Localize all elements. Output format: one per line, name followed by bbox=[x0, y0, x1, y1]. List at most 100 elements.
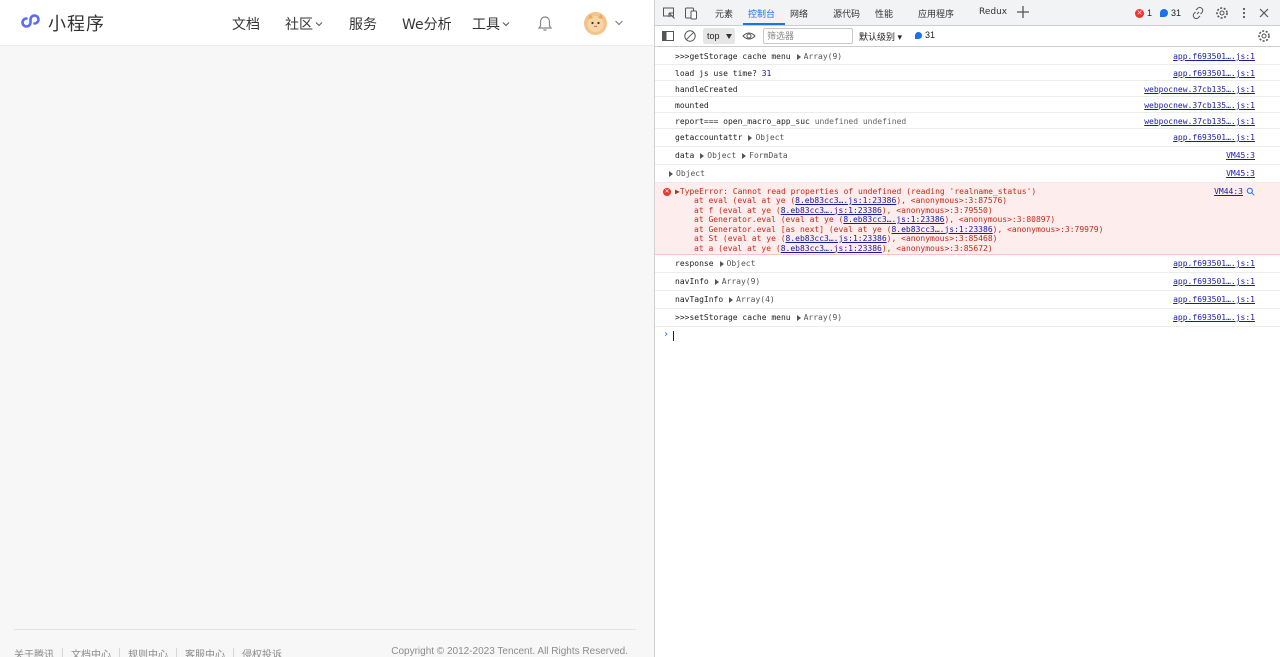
add-tab-icon[interactable] bbox=[1015, 4, 1031, 20]
tab-application[interactable]: 应用程序 bbox=[918, 7, 954, 20]
expandable-value[interactable]: Array(9) bbox=[804, 52, 843, 61]
tab-sources[interactable]: 源代码 bbox=[833, 7, 860, 20]
log-level-select[interactable]: 默认级别 ▾ bbox=[859, 30, 902, 43]
nav-docs[interactable]: 文档 bbox=[232, 14, 260, 34]
tab-redux[interactable]: Redux bbox=[979, 7, 1007, 17]
gear-icon[interactable] bbox=[1215, 6, 1229, 20]
console-message: >>>getStorage cache menu Array(9) app.f69… bbox=[655, 48, 1280, 65]
sidebar-toggle-icon[interactable] bbox=[661, 29, 675, 43]
chevron-down-icon[interactable] bbox=[614, 18, 624, 28]
error-message-text[interactable]: ▶TypeError: Cannot read properties of un… bbox=[675, 187, 1036, 196]
stack-frame: at f (eval at ye (8.eb83cc3….js:1:23386)… bbox=[694, 205, 993, 215]
footer-link-docs[interactable]: 文档中心 bbox=[71, 646, 111, 657]
stack-link[interactable]: 8.eb83cc3….js:1:23386 bbox=[843, 215, 944, 224]
source-link[interactable]: app.f693501….js:1 bbox=[1173, 313, 1255, 322]
nav-analytics[interactable]: We分析 bbox=[402, 14, 452, 34]
stack-link[interactable]: 8.eb83cc3….js:1:23386 bbox=[781, 244, 882, 253]
stack-frame: at Generator.eval (eval at ye (8.eb83cc3… bbox=[694, 215, 1056, 224]
eye-icon[interactable] bbox=[742, 29, 756, 43]
source-link[interactable]: app.f693501….js:1 bbox=[1173, 52, 1255, 61]
nav-tools[interactable]: 工具 bbox=[472, 14, 510, 34]
context-select-value: top bbox=[707, 31, 720, 41]
text-caret bbox=[673, 331, 674, 341]
filter-input[interactable]: 筛选器 bbox=[763, 28, 853, 44]
message-icon bbox=[915, 31, 922, 39]
nav-services[interactable]: 服务 bbox=[349, 14, 377, 34]
footer-link-support[interactable]: 客服中心 bbox=[185, 646, 225, 657]
source-link[interactable]: webpocnew.37cb135….js:1 bbox=[1144, 101, 1255, 110]
source-link[interactable]: VM44:3 bbox=[1214, 187, 1243, 196]
close-icon[interactable] bbox=[1257, 6, 1271, 20]
stack-link[interactable]: 8.eb83cc3….js:1:23386 bbox=[781, 206, 882, 215]
expandable-value[interactable]: Object bbox=[727, 259, 756, 268]
stack-frame: at a (eval at ye (8.eb83cc3….js:1:23386)… bbox=[694, 243, 993, 253]
console-message: report=== open_macro_app_suc undefined u… bbox=[655, 113, 1280, 129]
footer-link-rules[interactable]: 规则中心 bbox=[128, 646, 168, 657]
expandable-value[interactable]: Object bbox=[755, 133, 784, 142]
expandable-value[interactable]: Array(9) bbox=[804, 313, 843, 322]
toolbar-message-count[interactable]: 31 bbox=[915, 30, 935, 40]
source-link[interactable]: app.f693501….js:1 bbox=[1173, 69, 1255, 78]
error-icon: ✕ bbox=[663, 188, 671, 196]
console-message-text: getaccountattr Object bbox=[675, 133, 785, 142]
stack-link[interactable]: 8.eb83cc3….js:1:23386 bbox=[795, 196, 896, 205]
device-toolbar-icon[interactable] bbox=[684, 6, 698, 20]
filter-placeholder: 筛选器 bbox=[767, 31, 795, 41]
source-link[interactable]: app.f693501….js:1 bbox=[1173, 295, 1255, 304]
source-link[interactable]: app.f693501….js:1 bbox=[1173, 133, 1255, 142]
expandable-value[interactable]: Object bbox=[707, 151, 736, 160]
expandable-value[interactable]: Array(4) bbox=[736, 295, 775, 304]
source-link[interactable]: app.f693501….js:1 bbox=[1173, 259, 1255, 268]
source-link[interactable]: app.f693501….js:1 bbox=[1173, 277, 1255, 286]
caret-down-icon bbox=[726, 34, 732, 39]
link-icon[interactable] bbox=[1191, 6, 1205, 20]
source-link[interactable]: VM45:3 bbox=[1226, 151, 1255, 160]
search-icon[interactable] bbox=[1246, 187, 1255, 196]
expandable-value[interactable]: Array(9) bbox=[722, 277, 761, 286]
error-count-badge[interactable]: ✕ 1 bbox=[1135, 8, 1152, 18]
console-message: getaccountattr Object app.f693501….js:1 bbox=[655, 129, 1280, 147]
nav-docs-label: 文档 bbox=[232, 17, 260, 33]
nav-community-label: 社区 bbox=[285, 17, 313, 33]
source-link[interactable]: webpocnew.37cb135….js:1 bbox=[1144, 117, 1255, 126]
bell-icon[interactable] bbox=[537, 15, 553, 32]
source-link[interactable]: webpocnew.37cb135….js:1 bbox=[1144, 85, 1255, 94]
page-footer: 关于腾讯 文档中心 规则中心 客服中心 侵权投诉 Copyright © 201… bbox=[14, 629, 636, 657]
footer-links: 关于腾讯 文档中心 规则中心 客服中心 侵权投诉 bbox=[14, 646, 282, 657]
console-message-text: >>>getStorage cache menu Array(9) bbox=[675, 52, 843, 61]
tab-console[interactable]: 控制台 bbox=[748, 7, 775, 20]
avatar[interactable] bbox=[584, 12, 607, 35]
footer-link-infringement[interactable]: 侵权投诉 bbox=[242, 646, 282, 657]
tab-performance[interactable]: 性能 bbox=[875, 7, 893, 20]
stack-link[interactable]: 8.eb83cc3….js:1:23386 bbox=[891, 225, 992, 234]
context-select[interactable]: top bbox=[703, 28, 735, 44]
console-message-text: Object bbox=[669, 169, 705, 178]
logo-text: 小程序 bbox=[48, 14, 105, 35]
divider bbox=[62, 648, 63, 657]
console-message-text: navInfo Array(9) bbox=[675, 277, 761, 286]
devtools-panel: 元素 控制台 网络 源代码 性能 应用程序 Redux ✕ 1 31 top 筛… bbox=[654, 0, 1280, 657]
console-message: navInfo Array(9) app.f693501….js:1 bbox=[655, 273, 1280, 291]
stack-frame: at Generator.eval [as next] (eval at ye … bbox=[694, 224, 1104, 234]
stack-link[interactable]: 8.eb83cc3….js:1:23386 bbox=[786, 234, 887, 243]
expandable-value[interactable]: FormData bbox=[749, 151, 788, 160]
console-message-text: data Object FormData bbox=[675, 151, 788, 160]
expandable-value[interactable]: Object bbox=[676, 169, 705, 178]
message-count-badge[interactable]: 31 bbox=[1160, 8, 1181, 18]
stack-frame: at St (eval at ye (8.eb83cc3….js:1:23386… bbox=[694, 234, 998, 243]
console-prompt[interactable]: › bbox=[655, 327, 1280, 347]
tab-network[interactable]: 网络 bbox=[790, 7, 808, 20]
more-options-icon[interactable] bbox=[1237, 6, 1251, 20]
inspect-element-icon[interactable] bbox=[662, 6, 676, 20]
tab-elements[interactable]: 元素 bbox=[715, 7, 733, 20]
console-message-text: mounted bbox=[675, 101, 709, 110]
error-icon: ✕ bbox=[1135, 8, 1144, 18]
clear-console-icon[interactable] bbox=[683, 29, 697, 43]
footer-link-about[interactable]: 关于腾讯 bbox=[14, 646, 54, 657]
source-link[interactable]: VM45:3 bbox=[1226, 169, 1255, 178]
console-message-text: load js use time? 31 bbox=[675, 69, 772, 78]
console-message: response Object app.f693501….js:1 bbox=[655, 255, 1280, 273]
nav-community[interactable]: 社区 bbox=[285, 14, 323, 34]
gear-icon[interactable] bbox=[1257, 29, 1271, 43]
logo[interactable]: 小程序 bbox=[18, 11, 105, 35]
